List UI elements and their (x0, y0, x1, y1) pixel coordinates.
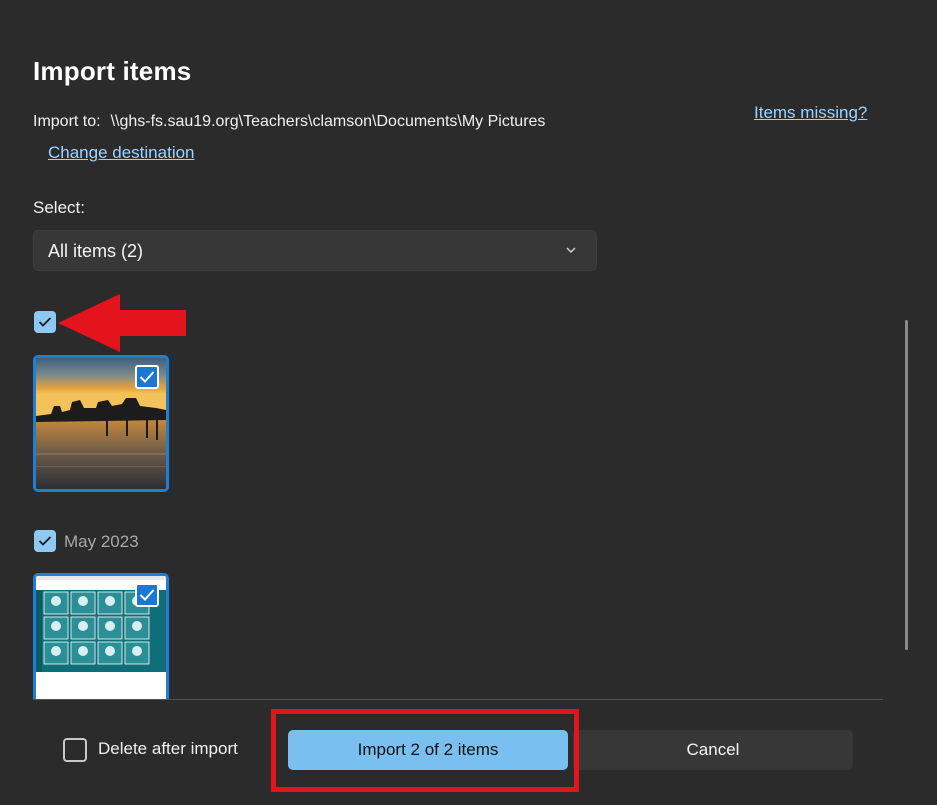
scrollbar[interactable] (905, 320, 908, 650)
import-to-path: \\ghs-fs.sau19.org\Teachers\clamson\Docu… (110, 113, 546, 130)
red-box-annotation (271, 709, 579, 792)
dialog-title: Import items (33, 56, 192, 86)
thumbnail-sunset-pier[interactable] (33, 355, 169, 492)
thumbnail-app-grid-screenshot[interactable] (33, 573, 169, 703)
thumbnail-selected-checkbox[interactable] (135, 365, 159, 389)
select-label: Select: (33, 198, 85, 217)
import-to-label: Import to: (33, 113, 101, 130)
footer-divider (33, 699, 883, 700)
chevron-down-icon (566, 247, 576, 254)
delete-after-import-checkbox[interactable] (63, 738, 87, 762)
red-arrow-annotation (58, 294, 186, 352)
group-checkbox-may-2023[interactable] (34, 530, 56, 552)
group-checkbox-1[interactable] (34, 311, 56, 333)
thumbnail-selected-checkbox[interactable] (135, 583, 159, 607)
select-dropdown[interactable]: All items (2) (33, 230, 597, 271)
items-missing-link[interactable]: Items missing? (754, 103, 867, 123)
group-label-may-2023: May 2023 (64, 532, 139, 551)
delete-after-import-label: Delete after import (98, 739, 238, 758)
checkmark-icon (139, 589, 155, 601)
checkmark-icon (38, 536, 52, 546)
checkmark-icon (38, 317, 52, 327)
import-to-row: Import to: \\ghs-fs.sau19.org\Teachers\cl… (33, 113, 545, 131)
change-destination-link[interactable]: Change destination (48, 143, 195, 163)
cancel-button[interactable]: Cancel (573, 730, 853, 770)
select-dropdown-value: All items (2) (48, 241, 144, 261)
checkmark-icon (139, 371, 155, 383)
